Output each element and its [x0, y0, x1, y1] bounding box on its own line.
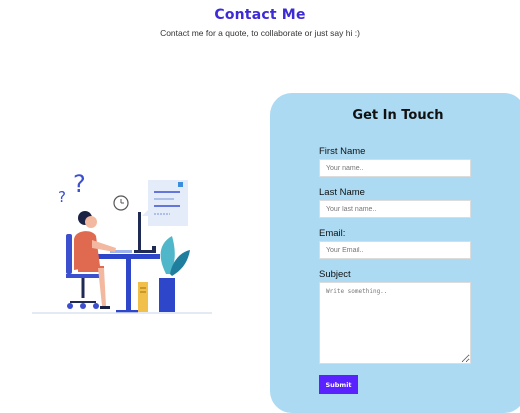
- first-name-label: First Name: [319, 146, 366, 157]
- clock-icon: [113, 195, 129, 211]
- question-mark-icon: ?: [73, 170, 86, 198]
- email-input[interactable]: [319, 241, 471, 259]
- document-icon: [142, 180, 188, 226]
- contact-form-card: Get In Touch First Name Last Name Email:…: [270, 93, 520, 413]
- question-mark-icon: ?: [58, 188, 66, 206]
- submit-button[interactable]: Submit: [319, 375, 358, 394]
- subject-textarea[interactable]: [319, 282, 471, 364]
- first-name-input[interactable]: [319, 159, 471, 177]
- email-label: Email:: [319, 228, 346, 239]
- page-title: Contact Me: [214, 7, 306, 23]
- form-title: Get In Touch: [352, 108, 444, 123]
- page-subtitle: Contact me for a quote, to collaborate o…: [160, 28, 360, 38]
- woman-at-desk-illustration: ? ?: [32, 170, 212, 314]
- last-name-label: Last Name: [319, 187, 365, 198]
- subject-label: Subject: [319, 269, 351, 280]
- last-name-input[interactable]: [319, 200, 471, 218]
